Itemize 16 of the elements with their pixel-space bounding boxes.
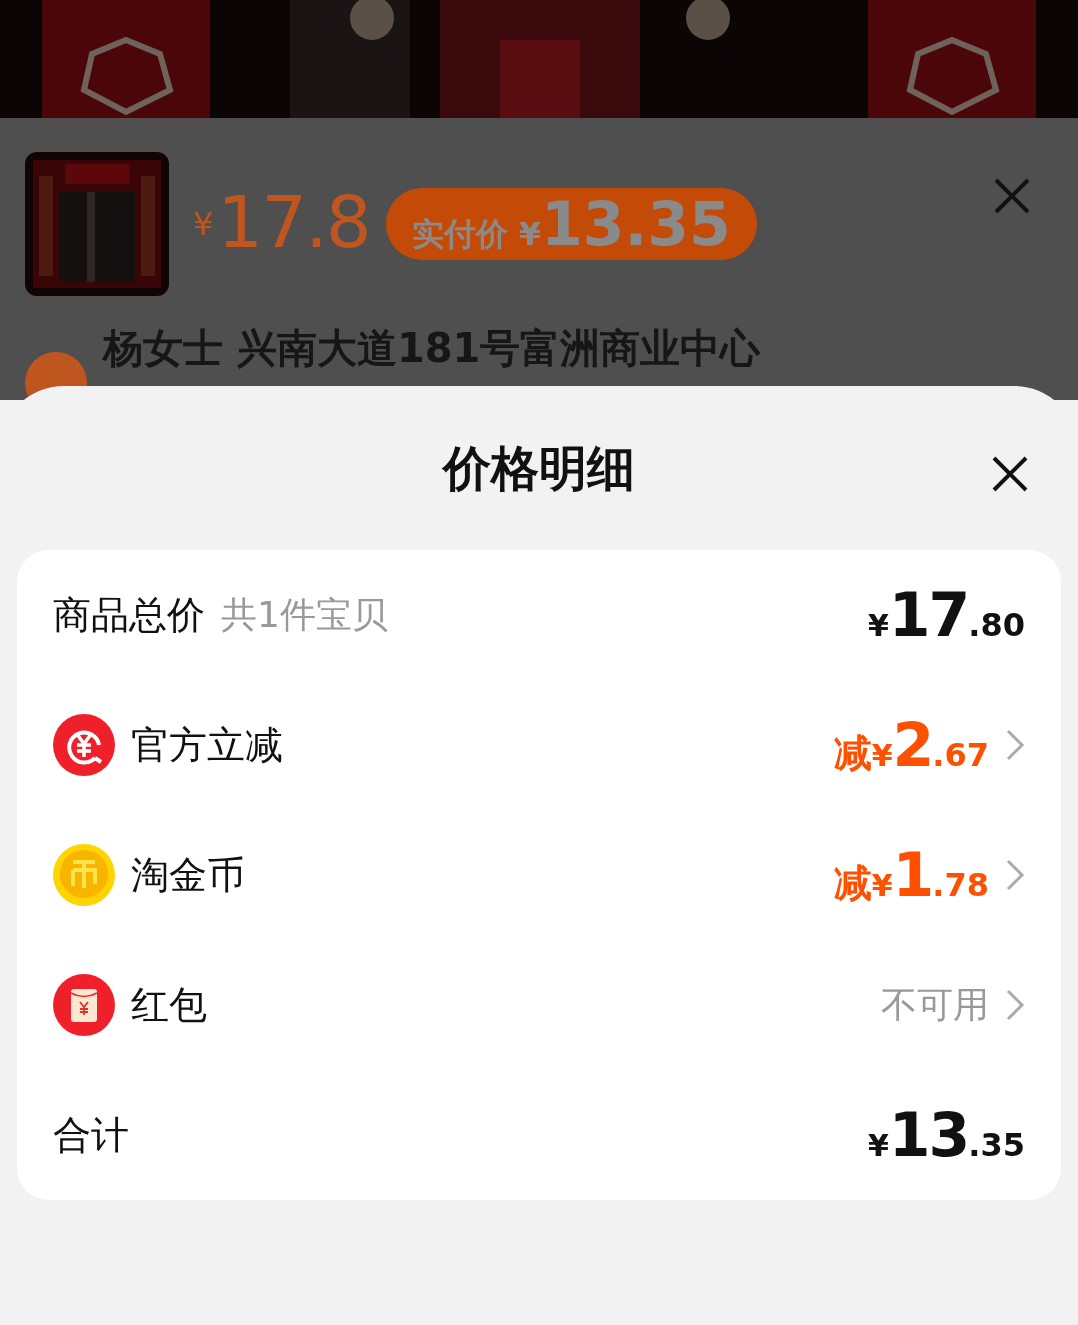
actual-price-badge: 实付价 ¥13.35 bbox=[385, 188, 757, 260]
row-label: 淘金币 bbox=[131, 851, 245, 899]
currency-symbol: ¥ bbox=[193, 208, 214, 240]
item-count: 共1件宝贝 bbox=[221, 593, 388, 637]
sheet-title: 价格明细 bbox=[443, 444, 635, 492]
amount-text: 减¥1.78 bbox=[833, 845, 989, 905]
amount-text: 减¥2.67 bbox=[833, 715, 989, 775]
status-text: 不可用 bbox=[881, 983, 989, 1027]
address-text: 杨女士 兴南大道181号富洲商业中心 bbox=[103, 328, 761, 368]
row-label: 红包 bbox=[131, 981, 207, 1029]
product-price: 17.8 bbox=[217, 186, 370, 258]
row-label: 合计 bbox=[53, 1111, 129, 1159]
amount-text: ¥17.80 bbox=[867, 585, 1025, 645]
row-label: 官方立减 bbox=[131, 721, 283, 769]
row-label: 商品总价 bbox=[53, 591, 205, 639]
amount-text: ¥13.35 bbox=[867, 1105, 1025, 1165]
